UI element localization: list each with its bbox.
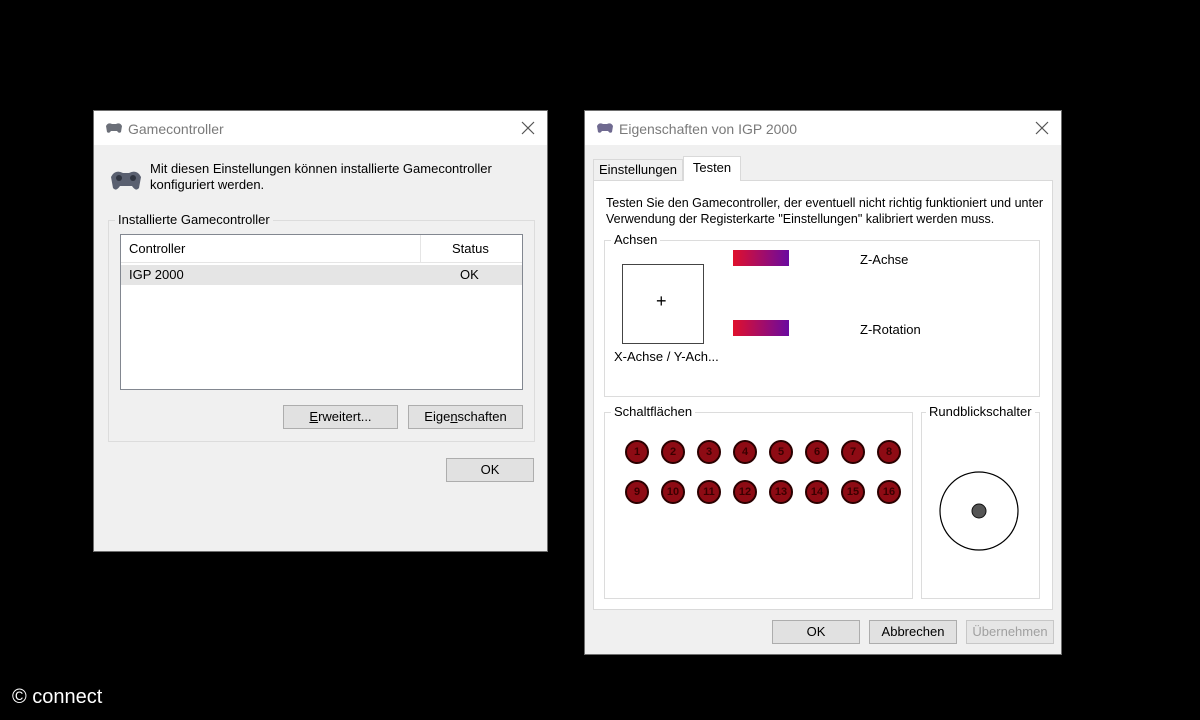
column-header-controller[interactable]: Controller bbox=[121, 235, 421, 263]
button-indicator-4: 4 bbox=[733, 440, 757, 464]
z-axis-bar bbox=[733, 250, 789, 266]
ok-button[interactable]: OK bbox=[446, 458, 534, 482]
button-indicator-3: 3 bbox=[697, 440, 721, 464]
window-title: Eigenschaften von IGP 2000 bbox=[619, 121, 797, 137]
xy-axis-label: X-Achse / Y-Ach... bbox=[614, 349, 719, 364]
group-label: Installierte Gamecontroller bbox=[115, 212, 273, 227]
crosshair-marker: + bbox=[656, 291, 667, 311]
title-bar: Eigenschaften von IGP 2000 bbox=[585, 111, 1061, 145]
pov-hat-indicator bbox=[939, 471, 1019, 551]
copyright-watermark: © connect bbox=[12, 686, 103, 708]
button-indicator-9: 9 bbox=[625, 480, 649, 504]
controller-name: IGP 2000 bbox=[129, 267, 184, 282]
properties-dialog: Eigenschaften von IGP 2000 Einstellungen… bbox=[584, 110, 1062, 655]
ok-button[interactable]: OK bbox=[772, 620, 860, 644]
z-axis-label: Z-Achse bbox=[860, 252, 909, 267]
pov-label: Rundblickschalter bbox=[926, 404, 1035, 419]
button-indicator-7: 7 bbox=[841, 440, 865, 464]
cancel-button[interactable]: Abbrechen bbox=[869, 620, 957, 644]
button-indicator-16: 16 bbox=[877, 480, 901, 504]
buttons-group: Schaltflächen 1 2 3 4 5 6 7 8 9 10 11 12 13 14 15 16 bbox=[604, 404, 913, 599]
instructions-text: Testen Sie den Gamecontroller, der event… bbox=[606, 196, 1044, 226]
close-icon[interactable] bbox=[519, 119, 537, 137]
gamepad-icon bbox=[106, 123, 122, 133]
installed-controllers-group: Installierte Gamecontroller Controller S… bbox=[108, 212, 535, 442]
column-header-status[interactable]: Status bbox=[421, 235, 522, 263]
z-rotation-bar bbox=[733, 320, 789, 336]
gamepad-large-icon bbox=[111, 171, 141, 190]
button-indicator-5: 5 bbox=[769, 440, 793, 464]
close-icon[interactable] bbox=[1033, 119, 1051, 137]
advanced-button[interactable]: Erweitert... bbox=[283, 405, 398, 429]
axes-group: Achsen + X-Achse / Y-Ach... Z-Achse Z-Ro… bbox=[604, 232, 1040, 397]
gamecontroller-dialog: Gamecontroller Mit diesen Einstellungen … bbox=[93, 110, 548, 552]
testen-panel: Testen Sie den Gamecontroller, der event… bbox=[593, 180, 1053, 610]
button-indicator-6: 6 bbox=[805, 440, 829, 464]
buttons-label: Schaltflächen bbox=[611, 404, 696, 419]
button-indicator-8: 8 bbox=[877, 440, 901, 464]
axes-label: Achsen bbox=[611, 232, 661, 247]
button-indicator-14: 14 bbox=[805, 480, 829, 504]
properties-button[interactable]: Eigenschaften bbox=[408, 405, 523, 429]
button-indicator-12: 12 bbox=[733, 480, 757, 504]
controller-list[interactable]: Controller Status IGP 2000 OK bbox=[120, 234, 523, 390]
tab-strip: Einstellungen Testen bbox=[593, 156, 1053, 181]
controller-status: OK bbox=[460, 267, 479, 282]
z-rotation-label: Z-Rotation bbox=[860, 322, 921, 337]
button-indicator-grid: 1 2 3 4 5 6 7 8 9 10 11 12 13 14 15 16 bbox=[625, 440, 905, 510]
gamepad-icon bbox=[597, 123, 613, 133]
description-text: Mit diesen Einstellungen können installi… bbox=[150, 161, 492, 192]
window-title: Gamecontroller bbox=[128, 121, 224, 137]
button-indicator-13: 13 bbox=[769, 480, 793, 504]
button-indicator-11: 11 bbox=[697, 480, 721, 504]
button-indicator-2: 2 bbox=[661, 440, 685, 464]
list-item[interactable]: IGP 2000 OK bbox=[121, 265, 522, 285]
tab-testen[interactable]: Testen bbox=[683, 156, 741, 181]
apply-button[interactable]: Übernehmen bbox=[966, 620, 1054, 644]
pov-hat-group: Rundblickschalter bbox=[921, 404, 1040, 599]
button-indicator-1: 1 bbox=[625, 440, 649, 464]
tab-einstellungen[interactable]: Einstellungen bbox=[593, 159, 683, 180]
button-indicator-15: 15 bbox=[841, 480, 865, 504]
button-indicator-10: 10 bbox=[661, 480, 685, 504]
xy-axis-box: + bbox=[622, 264, 704, 344]
title-bar: Gamecontroller bbox=[94, 111, 547, 145]
